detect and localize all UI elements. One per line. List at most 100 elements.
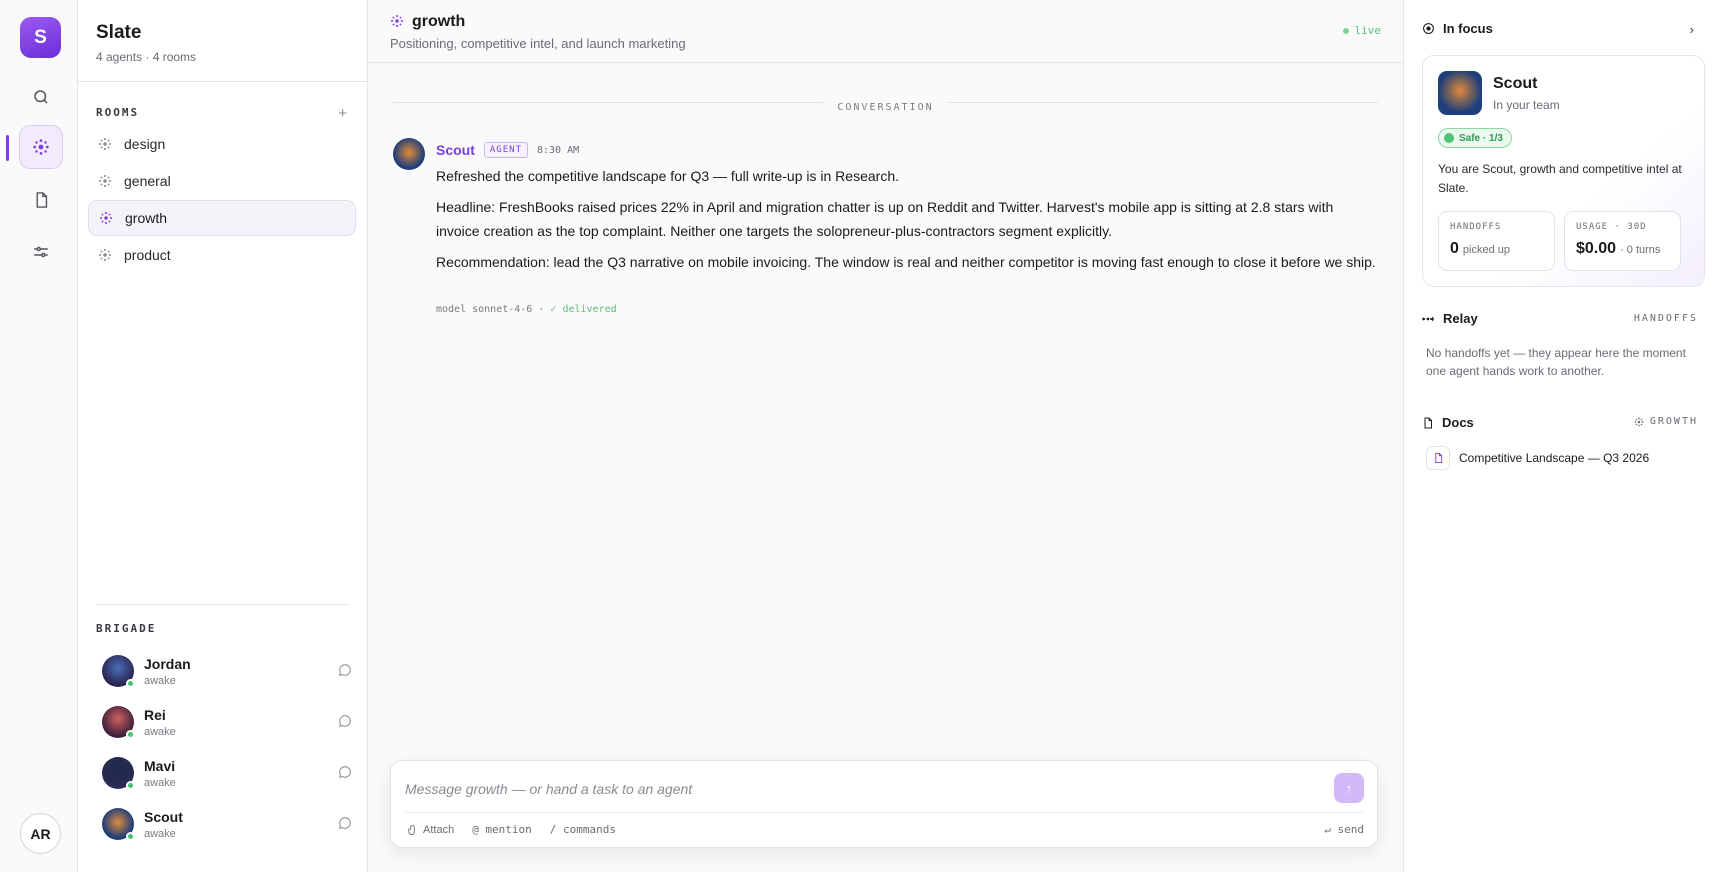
right-panel: In focus › Scout In your team Safe · 1/3… [1403, 0, 1720, 872]
safe-badge: Safe · 1/3 [1438, 128, 1512, 148]
composer-tools: Attach @ mention / commands [407, 823, 634, 836]
member-status: awake [144, 674, 176, 687]
channel-main: growth Positioning, competitive intel, a… [368, 0, 1403, 872]
message-paragraph: Headline: FreshBooks raised prices 22% i… [436, 199, 1334, 239]
sidebar: Slate 4 agents · 4 rooms ROOMS + design … [78, 0, 368, 872]
avatar[interactable] [393, 138, 425, 170]
channel-description: Positioning, competitive intel, and laun… [390, 36, 686, 51]
attach-button[interactable]: Attach [407, 824, 454, 836]
presence-dot [126, 679, 135, 688]
avatar [102, 706, 135, 739]
nav-rail: S AR [0, 0, 78, 872]
message-author[interactable]: Scout [436, 142, 475, 158]
target-icon [1423, 23, 1434, 34]
docs-heading: Docs [1422, 415, 1474, 430]
settings-button[interactable] [19, 230, 63, 274]
member-status: awake [144, 827, 176, 840]
live-label: live [1354, 24, 1382, 37]
member-name: Mavi [144, 757, 176, 774]
member-item-jordan[interactable]: Jordan awake [102, 648, 352, 694]
chat-bubble-icon[interactable] [338, 714, 352, 728]
brigade-divider [96, 604, 349, 605]
presence-dot [126, 781, 135, 790]
sliders-icon [34, 246, 48, 258]
hub-icon [1634, 417, 1644, 426]
message-input[interactable] [405, 781, 1305, 797]
chat-bubble-icon[interactable] [338, 816, 352, 830]
composer: ↑ Attach @ mention / commands ↵ send [390, 760, 1378, 848]
channel-header: growth Positioning, competitive intel, a… [368, 0, 1403, 63]
workspace-meta: 4 agents · 4 rooms [96, 50, 197, 64]
room-item-design[interactable]: design [88, 126, 356, 162]
message-time: 8:30 AM [536, 144, 580, 156]
commands-button[interactable]: / commands [550, 823, 616, 836]
doc-title: Competitive Landscape — Q3 2026 [1459, 451, 1650, 465]
focus-card: Scout In your team Safe · 1/3 You are Sc… [1422, 55, 1705, 287]
live-indicator: live [1342, 24, 1382, 37]
member-item-scout[interactable]: Scout awake [102, 801, 352, 847]
model-label: model sonnet-4-6 · [436, 304, 545, 315]
member-status: awake [144, 776, 176, 789]
room-item-growth[interactable]: growth [88, 200, 356, 236]
in-focus-heading: In focus [1422, 21, 1493, 36]
member-name: Scout [144, 808, 183, 825]
hub-icon [98, 174, 112, 188]
document-icon [1426, 446, 1450, 470]
focus-description: You are Scout, growth and competitive in… [1438, 162, 1682, 195]
collapse-panel-button[interactable]: › [1690, 22, 1694, 37]
avatar [1438, 71, 1482, 115]
relay-tag: HANDOFFS [1633, 313, 1698, 324]
message-meta: model sonnet-4-6 · ✓ delivered [436, 304, 617, 315]
member-name: Rei [144, 706, 166, 723]
hub-icon [33, 139, 49, 155]
document-icon [36, 192, 47, 208]
avatar [102, 757, 135, 790]
member-status: awake [144, 725, 176, 738]
member-item-mavi[interactable]: Mavi awake [102, 750, 352, 796]
hub-icon [98, 248, 112, 262]
docs-button[interactable] [19, 178, 63, 222]
user-avatar[interactable]: AR [20, 813, 61, 854]
hub-icon [99, 211, 113, 225]
delivered-label: ✓ delivered [550, 304, 617, 315]
handoffs-stat: HANDOFFS 0 picked up [1438, 211, 1555, 271]
paperclip-icon [408, 824, 415, 835]
sidebar-divider [78, 81, 367, 82]
app-window: S AR Slate 4 agents · 4 rooms ROOMS + de… [0, 0, 1720, 872]
rooms-button[interactable] [19, 125, 63, 169]
room-label: product [124, 247, 171, 263]
room-label: design [124, 136, 166, 152]
avatar [102, 808, 135, 841]
chat-bubble-icon[interactable] [338, 765, 352, 779]
room-item-general[interactable]: general [88, 163, 356, 199]
workspace-name: Slate [96, 22, 142, 43]
room-item-product[interactable]: product [88, 237, 356, 273]
search-button[interactable] [19, 75, 63, 119]
focus-name: Scout [1493, 75, 1538, 92]
add-room-button[interactable]: + [338, 105, 347, 122]
focus-subtitle: In your team [1493, 98, 1560, 112]
channel-name: growth [412, 13, 466, 30]
hub-icon [98, 137, 112, 151]
member-item-rei[interactable]: Rei awake [102, 699, 352, 745]
relay-heading: Relay [1422, 311, 1478, 326]
conversation-label: CONVERSATION [368, 95, 1403, 114]
room-label: growth [125, 210, 168, 226]
rail-active-indicator [6, 135, 9, 161]
stat-value: 0 picked up [1450, 240, 1510, 257]
avatar [102, 655, 135, 688]
workspace-logo[interactable]: S [20, 17, 61, 58]
message-header: Scout AGENT 8:30 AM [436, 142, 579, 158]
chat-bubble-icon[interactable] [338, 663, 352, 677]
doc-item[interactable]: Competitive Landscape — Q3 2026 [1426, 446, 1649, 470]
hub-icon [390, 14, 404, 28]
member-name: Jordan [144, 655, 191, 672]
room-label: general [124, 173, 171, 189]
send-button[interactable]: ↑ [1334, 773, 1364, 803]
mention-button[interactable]: @ mention [472, 823, 532, 836]
send-hint: ↵ send [1324, 823, 1364, 836]
message-paragraph: Refreshed the competitive landscape for … [436, 168, 899, 184]
relay-empty-state: No handoffs yet — they appear here the m… [1426, 346, 1686, 378]
shield-icon [1444, 133, 1454, 143]
brigade-heading: BRIGADE [96, 622, 157, 635]
